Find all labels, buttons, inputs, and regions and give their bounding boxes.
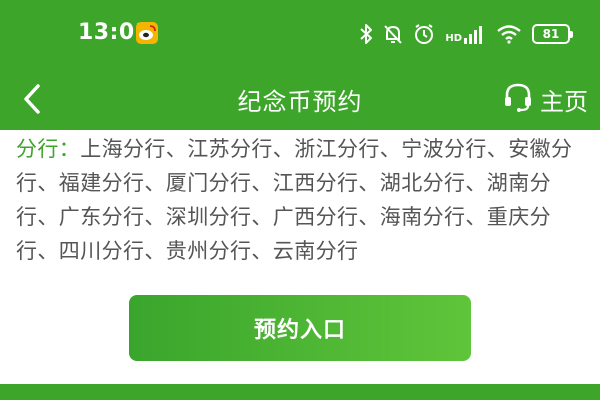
bottom-bar — [0, 384, 600, 400]
branch-list-text: 分行：上海分行、江苏分行、浙江分行、宁波分行、安徽分行、福建分行、厦门分行、江西… — [0, 130, 600, 282]
reserve-entry-button[interactable]: 预约入口 — [129, 295, 471, 361]
battery-level: 81 — [542, 27, 560, 41]
signal-icon: HD — [445, 24, 486, 44]
app-header: 纪念币预约 主页 — [0, 68, 600, 130]
status-bar: 13:01 HD 81 — [0, 0, 600, 68]
branch-prefix: 分行： — [16, 137, 81, 161]
alarm-icon — [413, 23, 435, 45]
battery-icon: 81 — [532, 24, 573, 44]
home-label: 主页 — [540, 87, 588, 116]
headset-icon — [502, 81, 534, 117]
reserve-entry-label: 预约入口 — [253, 318, 346, 343]
bluetooth-icon — [359, 23, 373, 45]
mute-icon — [383, 23, 403, 45]
home-button[interactable]: 主页 — [502, 78, 588, 120]
weibo-icon — [136, 22, 158, 44]
network-label: HD — [445, 33, 462, 44]
wifi-icon — [496, 24, 522, 44]
branch-names: 上海分行、江苏分行、浙江分行、宁波分行、安徽分行、福建分行、厦门分行、江西分行、… — [16, 137, 573, 263]
status-icons: HD 81 — [359, 20, 573, 48]
